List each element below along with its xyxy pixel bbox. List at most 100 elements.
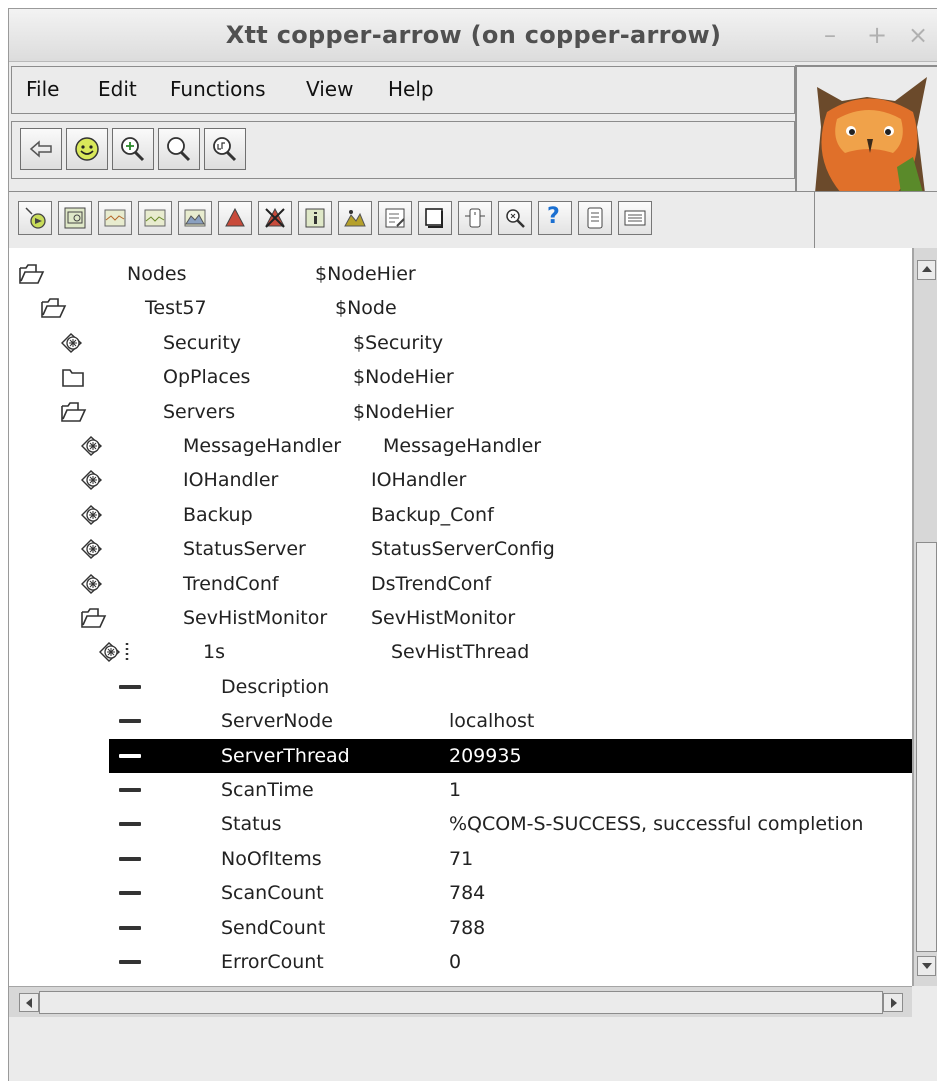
scroll-down-button[interactable] <box>917 956 936 976</box>
tree-row[interactable]: OpPlaces $NodeHier <box>9 360 912 394</box>
alarm-icon <box>225 207 245 227</box>
window-button[interactable] <box>418 201 452 235</box>
tree-row[interactable]: Servers $NodeHier <box>9 395 912 429</box>
zoom-out-icon <box>213 137 237 162</box>
folder-open-icon[interactable] <box>17 261 45 287</box>
folder-closed-icon[interactable] <box>59 364 87 390</box>
minimize-button[interactable]: – <box>824 21 836 49</box>
object-class: SevHistThread <box>391 641 530 664</box>
alarm-button[interactable] <box>218 201 252 235</box>
object-class: StatusServerConfig <box>371 538 555 561</box>
object-name: Test57 <box>145 297 207 320</box>
tree-row[interactable]: MessageHandler MessageHandler <box>9 429 912 463</box>
trend-button[interactable] <box>98 201 132 235</box>
block-alarm-button[interactable] <box>258 201 292 235</box>
folder-open-icon[interactable] <box>39 295 67 321</box>
attribute-row[interactable]: Status %QCOM-S-SUCCESS, successful comple… <box>9 807 912 841</box>
attribute-value: 71 <box>449 847 474 870</box>
attribute-row[interactable]: ScanCount 784 <box>9 876 912 910</box>
open-object-button[interactable] <box>66 128 108 170</box>
scroll-right-button[interactable] <box>883 993 903 1012</box>
tree-row[interactable]: 1s SevHistThread <box>9 635 912 669</box>
object-icon[interactable] <box>59 330 87 356</box>
crossref-button[interactable] <box>378 201 412 235</box>
scroll-up-button[interactable] <box>917 260 936 280</box>
list-button[interactable] <box>578 201 612 235</box>
tree-row[interactable]: Nodes $NodeHier <box>9 257 912 291</box>
object-class: MessageHandler <box>383 435 542 457</box>
horizontal-scrollbar[interactable] <box>9 986 912 1017</box>
object-class: $Security <box>353 331 444 354</box>
arrow-down-icon <box>922 963 932 969</box>
class-graph-button[interactable] <box>458 201 492 235</box>
tree-row[interactable]: SevHistMonitor SevHistMonitor <box>9 601 912 635</box>
object-icon[interactable] <box>79 536 107 562</box>
object-name: StatusServer <box>183 538 306 561</box>
attribute-row[interactable]: ServerThread 209935 <box>9 738 912 773</box>
tree-row[interactable]: TrendConf DsTrendConf <box>9 567 912 601</box>
attribute-name: NoOfItems <box>221 847 322 870</box>
trend-icon <box>104 209 126 227</box>
tree-row[interactable]: Security $Security <box>9 326 912 360</box>
search-button[interactable] <box>498 201 532 235</box>
history-button[interactable] <box>178 201 212 235</box>
attribute-row[interactable]: ServerNode localhost <box>9 704 912 738</box>
object-class: Backup_Conf <box>371 503 494 526</box>
zoom-reset-button[interactable] <box>158 128 200 170</box>
window-icon <box>425 208 443 228</box>
attribute-row[interactable]: NoOfItems 71 <box>9 842 912 876</box>
title-bar[interactable]: Xtt copper-arrow (on copper-arrow) – + × <box>9 9 937 62</box>
open-plc-button[interactable] <box>18 201 52 235</box>
object-info-button[interactable] <box>298 201 332 235</box>
attribute-row[interactable]: SendCount 788 <box>9 911 912 945</box>
attribute-value: 209935 <box>449 744 522 767</box>
menu-help[interactable]: Help <box>388 77 434 101</box>
zoom-out-button[interactable] <box>204 128 246 170</box>
help-icon: ? <box>547 204 560 229</box>
back-button[interactable] <box>20 128 62 170</box>
scroll-left-button[interactable] <box>19 993 39 1012</box>
object-name: MessageHandler <box>183 435 342 457</box>
fast-curve-button[interactable] <box>138 201 172 235</box>
tree-row[interactable]: Backup Backup_Conf <box>9 498 912 532</box>
crossref-icon <box>385 208 405 228</box>
attribute-value: 788 <box>449 916 486 939</box>
folder-open-icon[interactable] <box>79 605 107 631</box>
open-graph-button[interactable] <box>58 201 92 235</box>
xtt-window: Xtt copper-arrow (on copper-arrow) – + ×… <box>8 8 937 1081</box>
tools-toolbar: ? <box>9 191 937 249</box>
tree-row[interactable]: IOHandler IOHandler <box>9 463 912 497</box>
vertical-scroll-thumb[interactable] <box>916 542 937 952</box>
menu-file[interactable]: File <box>26 77 59 101</box>
tree-row[interactable]: Test57 $Node <box>9 291 912 325</box>
history-icon <box>184 209 206 227</box>
menu-view[interactable]: View <box>306 77 353 101</box>
attribute-row[interactable]: ScanTime 1 <box>9 773 912 807</box>
history-curve-button[interactable] <box>338 201 372 235</box>
object-icon[interactable] <box>79 467 107 493</box>
attribute-icon <box>119 960 141 964</box>
zoom-in-button[interactable] <box>112 128 154 170</box>
folder-open-icon[interactable] <box>59 399 87 425</box>
fast-curve-icon <box>144 209 166 227</box>
maximize-button[interactable]: + <box>867 21 887 49</box>
display-button[interactable] <box>618 201 652 235</box>
object-icon[interactable] <box>79 433 107 459</box>
attribute-name: ScanCount <box>221 882 324 905</box>
tree-row[interactable]: StatusServer StatusServerConfig <box>9 532 912 566</box>
attribute-row[interactable]: Description <box>9 670 912 704</box>
menu-edit[interactable]: Edit <box>98 77 137 101</box>
object-tree[interactable]: Nodes $NodeHier Test57 $Node Security $Securi… <box>9 248 913 986</box>
object-icon[interactable] <box>97 639 129 665</box>
vertical-scrollbar[interactable] <box>913 248 937 986</box>
attribute-row[interactable]: ErrorCount 0 <box>9 945 912 979</box>
attribute-value: %QCOM-S-SUCCESS, successful completion <box>449 813 864 836</box>
help-button[interactable]: ? <box>538 201 572 235</box>
object-name: Servers <box>163 400 236 423</box>
object-icon[interactable] <box>79 502 107 528</box>
horizontal-scroll-thumb[interactable] <box>39 991 883 1014</box>
block-alarm-icon <box>265 207 285 228</box>
menu-functions[interactable]: Functions <box>170 77 266 101</box>
object-icon[interactable] <box>79 571 107 597</box>
close-button[interactable]: × <box>908 21 928 49</box>
